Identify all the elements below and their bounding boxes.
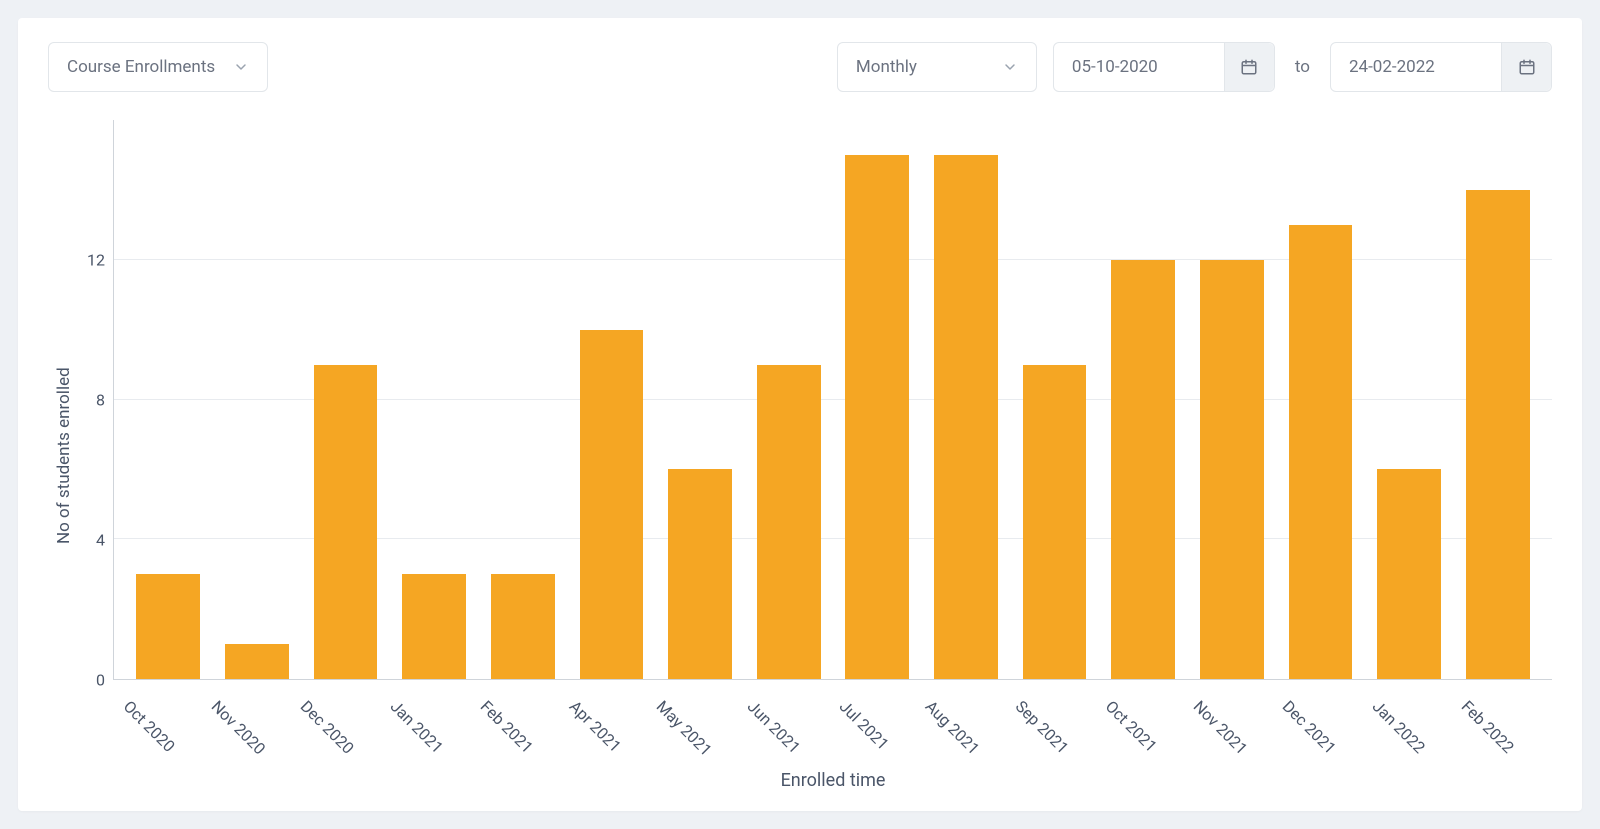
y-axis-label: No of students enrolled (48, 120, 74, 791)
bar[interactable] (1023, 365, 1087, 679)
y-tick: 0 (96, 671, 105, 690)
y-tick: 8 (96, 391, 105, 410)
bar-slot (1099, 120, 1188, 679)
calendar-icon (1518, 58, 1536, 76)
bar-slot (124, 120, 213, 679)
date-from-group: 05-10-2020 (1053, 42, 1275, 92)
bar-slot (744, 120, 833, 679)
bar-slot (213, 120, 302, 679)
bar[interactable] (491, 574, 555, 679)
interval-select[interactable]: Monthly (837, 42, 1037, 92)
bar-slot (479, 120, 568, 679)
bar-slot (301, 120, 390, 679)
calendar-icon (1240, 58, 1258, 76)
bar[interactable] (1200, 260, 1264, 679)
plot-area: 04812 (74, 120, 1552, 680)
bar-slot (833, 120, 922, 679)
date-range-separator: to (1291, 57, 1314, 77)
bar-slot (1276, 120, 1365, 679)
bar-slot (1453, 120, 1542, 679)
bar[interactable] (1466, 190, 1530, 679)
y-axis-ticks: 04812 (74, 120, 114, 680)
bar[interactable] (580, 330, 644, 679)
bar[interactable] (668, 469, 732, 679)
y-tick: 12 (87, 251, 105, 270)
bar-slot (1365, 120, 1454, 679)
chevron-down-icon (1002, 59, 1018, 75)
bar[interactable] (314, 365, 378, 679)
bar-slot (1010, 120, 1099, 679)
bar[interactable] (1377, 469, 1441, 679)
bar-slot (567, 120, 656, 679)
metric-select-label: Course Enrollments (67, 57, 215, 77)
bar-slot (922, 120, 1011, 679)
bar[interactable] (225, 644, 289, 679)
x-axis-labels: Oct 2020Nov 2020Dec 2020Jan 2021Feb 2021… (74, 680, 1552, 752)
bar-slot (390, 120, 479, 679)
date-from-input[interactable]: 05-10-2020 (1054, 57, 1224, 77)
bar-slot (1188, 120, 1277, 679)
bar[interactable] (136, 574, 200, 679)
chart-toolbar: Course Enrollments Monthly 05-10-2020 to… (48, 42, 1552, 92)
date-from-picker-button[interactable] (1224, 43, 1274, 91)
bar[interactable] (1289, 225, 1353, 679)
chart-card: Course Enrollments Monthly 05-10-2020 to… (18, 18, 1582, 811)
bar-slot (656, 120, 745, 679)
bar[interactable] (1111, 260, 1175, 679)
bar[interactable] (402, 574, 466, 679)
bars-area (114, 120, 1552, 680)
y-tick: 4 (96, 531, 105, 550)
date-to-group: 24-02-2022 (1330, 42, 1552, 92)
date-to-input[interactable]: 24-02-2022 (1331, 57, 1501, 77)
chart-container: No of students enrolled 0 4 8 12 Oct 2020No… (48, 120, 1552, 791)
metric-select[interactable]: Course Enrollments (48, 42, 268, 92)
chevron-down-icon (233, 59, 249, 75)
bar[interactable] (934, 155, 998, 679)
bar[interactable] (845, 155, 909, 679)
interval-select-label: Monthly (856, 57, 917, 77)
bar[interactable] (757, 365, 821, 679)
date-to-picker-button[interactable] (1501, 43, 1551, 91)
